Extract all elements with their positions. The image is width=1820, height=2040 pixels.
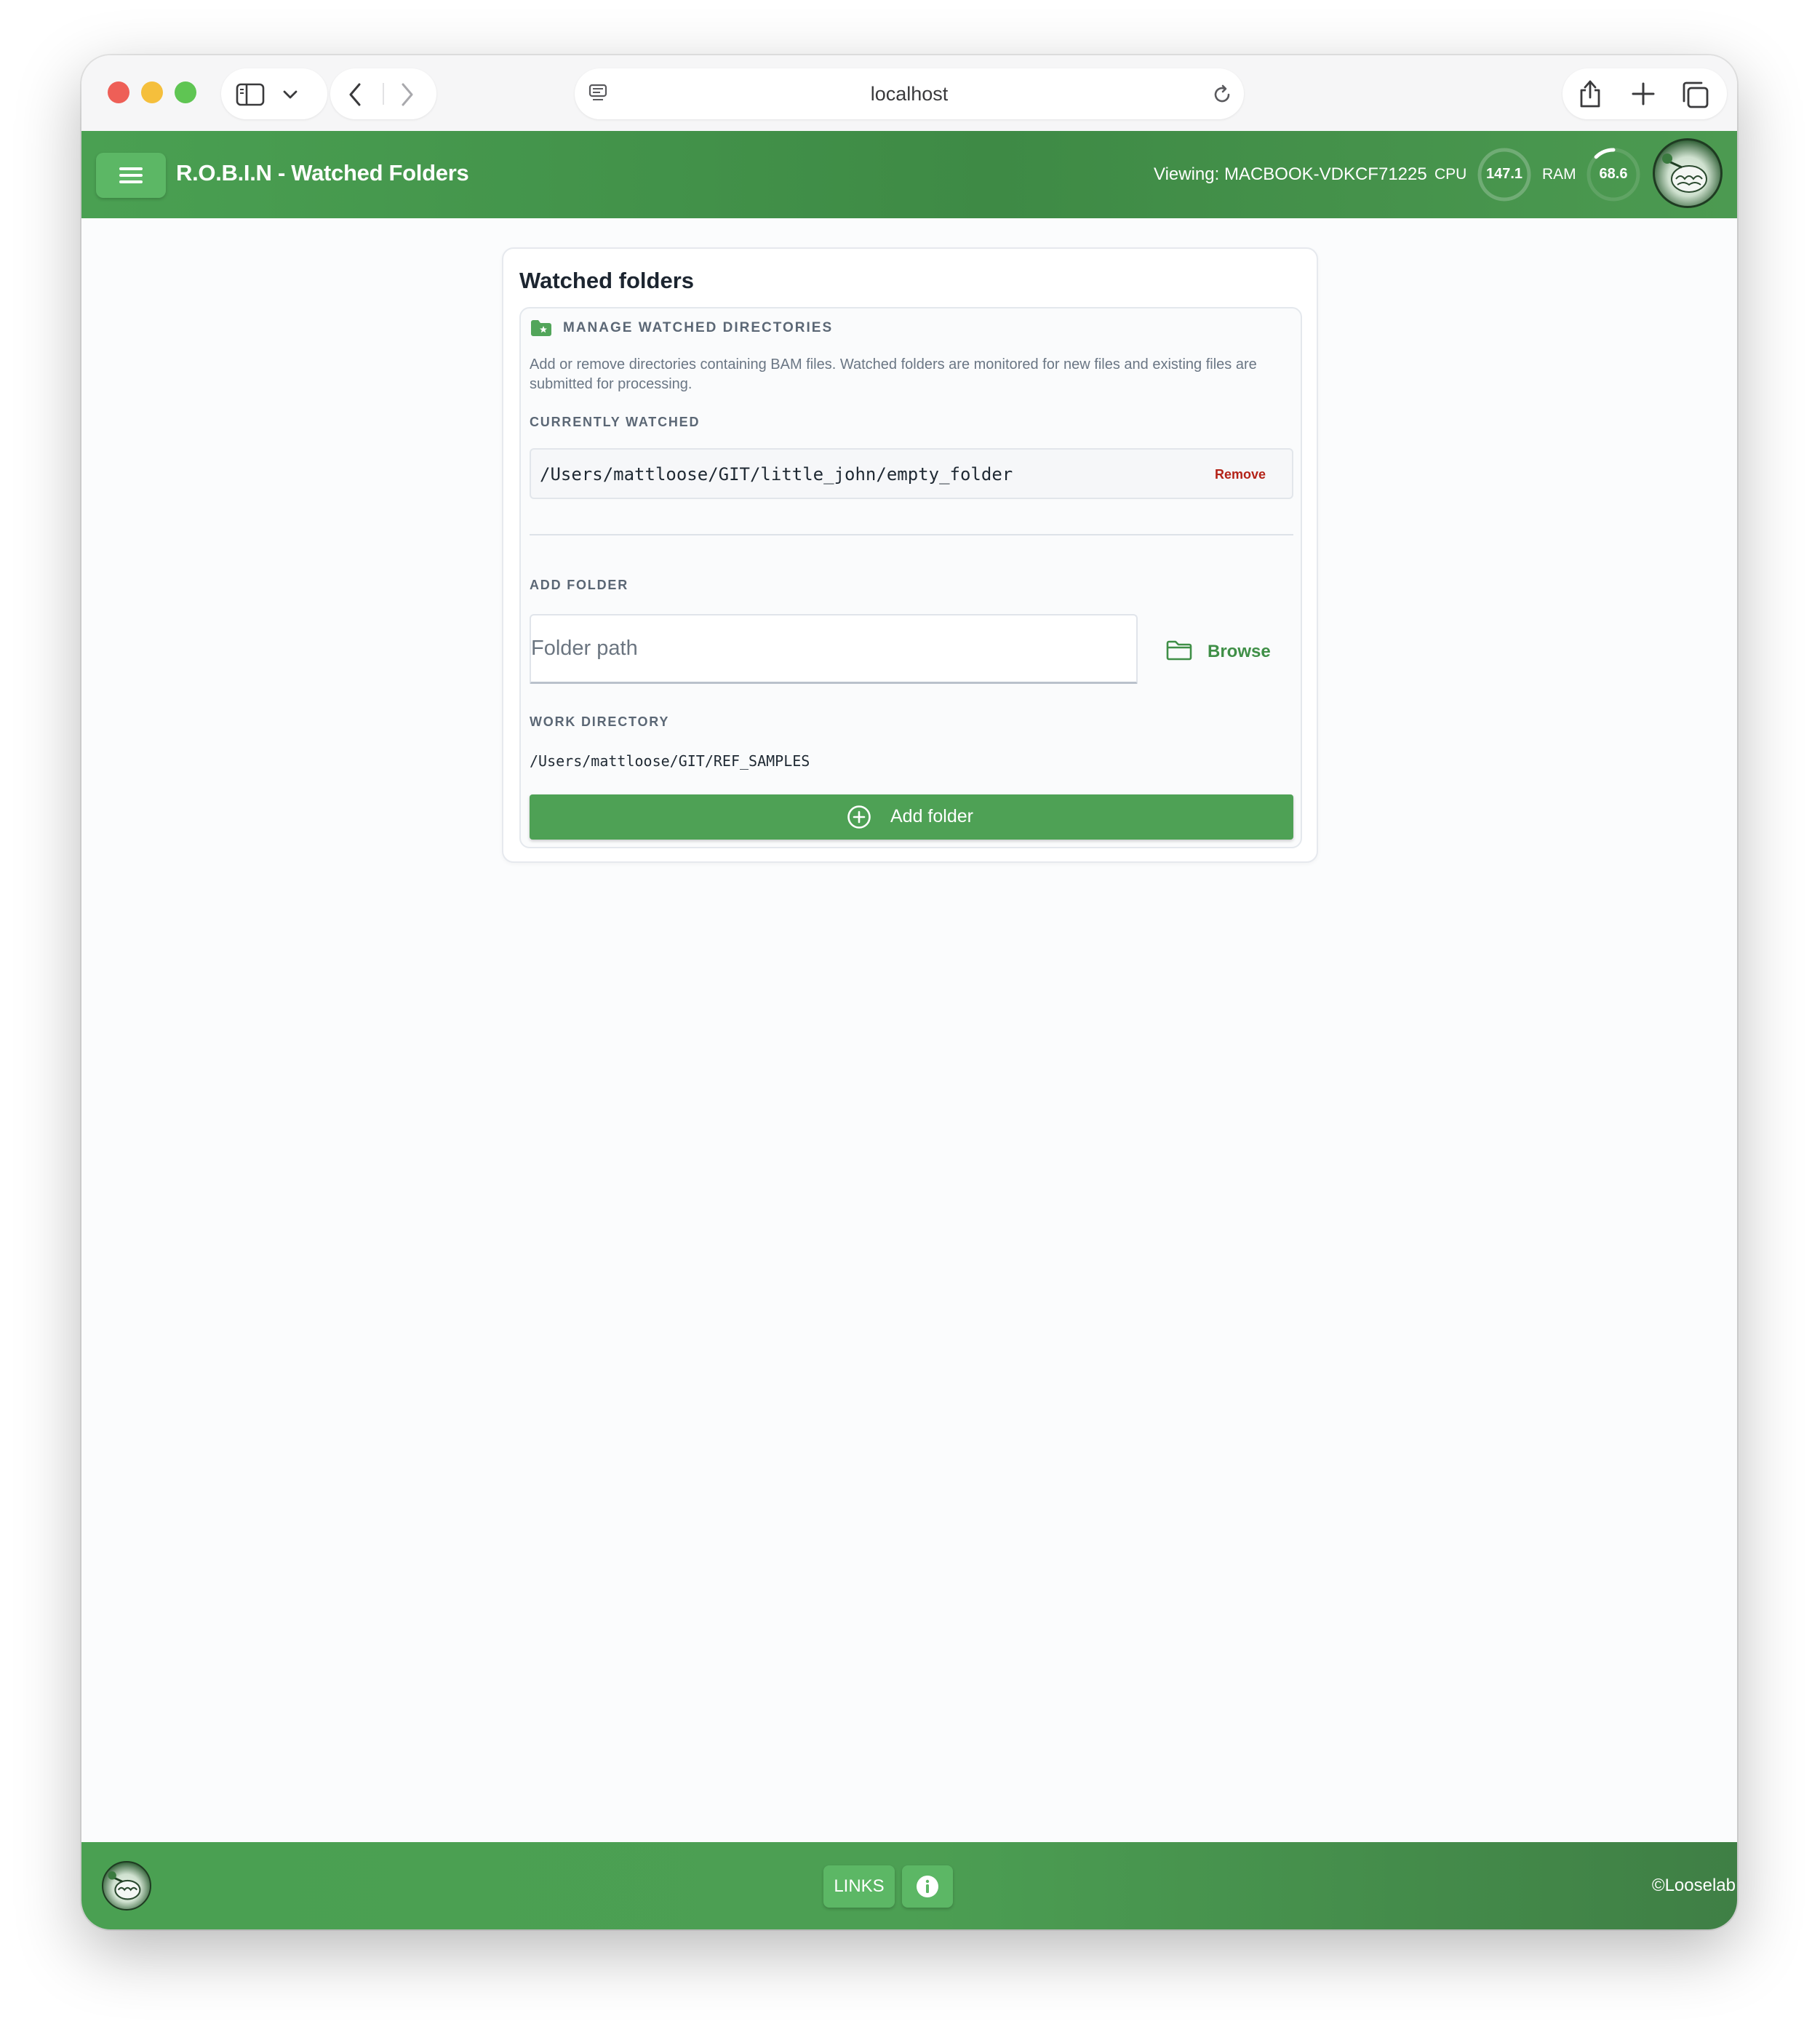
links-button[interactable]: LINKS — [823, 1865, 895, 1908]
work-directory-path: /Users/mattloose/GIT/REF_SAMPLES — [530, 752, 810, 770]
zoom-window-button[interactable] — [175, 81, 196, 103]
forward-icon[interactable] — [399, 81, 416, 108]
menu-button[interactable] — [96, 153, 166, 198]
minimize-window-button[interactable] — [141, 81, 163, 103]
brain-logo-icon — [108, 1871, 141, 1900]
back-icon[interactable] — [346, 81, 364, 108]
tabs-overview-icon[interactable] — [1680, 80, 1709, 109]
remove-folder-button[interactable]: Remove — [1215, 467, 1266, 482]
footer-logo-avatar — [102, 1861, 151, 1910]
cpu-label: CPU — [1434, 166, 1467, 183]
browser-toolbar: localhost — [81, 55, 1737, 131]
ram-label: RAM — [1542, 166, 1576, 183]
address-bar[interactable]: localhost — [575, 68, 1244, 119]
ram-gauge-arc — [1594, 148, 1616, 159]
hamburger-icon-bar — [119, 174, 143, 177]
copyright-text: ©Looselab — [1651, 1876, 1736, 1895]
browser-window: localhost R.O.B.I.N - Watched Folders Vi… — [81, 55, 1737, 1929]
reload-icon[interactable] — [1210, 83, 1234, 106]
url-text: localhost — [870, 83, 949, 105]
card-title: Watched folders — [519, 268, 694, 293]
viewing-host: Viewing: MACBOOK-VDKCF71225 — [1154, 164, 1427, 184]
brain-logo-icon — [1662, 154, 1707, 193]
add-folder-label-text: Add folder — [890, 806, 973, 826]
folder-icon — [1166, 640, 1192, 661]
app-header: R.O.B.I.N - Watched Folders Viewing: MAC… — [81, 131, 1737, 218]
main-content: Watched folders MANAGE WATCHED DIRECTORI… — [81, 218, 1737, 1842]
info-button[interactable] — [902, 1865, 953, 1908]
manage-directories-panel: MANAGE WATCHED DIRECTORIES Add or remove… — [519, 307, 1302, 848]
share-icon[interactable] — [1577, 77, 1603, 109]
close-window-button[interactable] — [108, 81, 129, 103]
panel-heading: MANAGE WATCHED DIRECTORIES — [563, 320, 834, 335]
page-title: R.O.B.I.N - Watched Folders — [176, 160, 469, 186]
hamburger-icon — [119, 167, 143, 170]
nav-divider — [383, 83, 384, 105]
panel-description: Add or remove directories containing BAM… — [530, 356, 1257, 392]
folder-star-icon — [531, 320, 551, 336]
add-circle-icon — [847, 805, 871, 829]
folder-path-input[interactable] — [530, 614, 1138, 684]
watched-folder-row: /Users/mattloose/GIT/little_john/empty_f… — [530, 448, 1293, 499]
watched-folder-path: /Users/mattloose/GIT/little_john/empty_f… — [540, 464, 1013, 485]
new-tab-icon[interactable] — [1631, 81, 1656, 106]
section-divider — [530, 534, 1293, 535]
cpu-value: 147.1 — [1485, 166, 1523, 182]
browse-label: Browse — [1208, 642, 1271, 661]
hamburger-icon-bar — [119, 180, 143, 183]
app-footer: LINKS ©Looselab — [81, 1842, 1737, 1929]
add-folder-label: ADD FOLDER — [530, 578, 628, 592]
watched-folders-card: Watched folders MANAGE WATCHED DIRECTORI… — [502, 247, 1318, 863]
add-folder-button[interactable]: Add folder — [530, 794, 1293, 840]
chevron-down-icon[interactable] — [282, 87, 298, 102]
reader-icon[interactable] — [588, 83, 608, 105]
ram-value: 68.6 — [1599, 166, 1628, 182]
work-directory-label: WORK DIRECTORY — [530, 714, 670, 729]
robin-logo-avatar[interactable] — [1653, 138, 1723, 208]
info-icon — [917, 1876, 938, 1897]
currently-watched-label: CURRENTLY WATCHED — [530, 415, 701, 429]
sidebar-icon[interactable] — [236, 83, 265, 106]
